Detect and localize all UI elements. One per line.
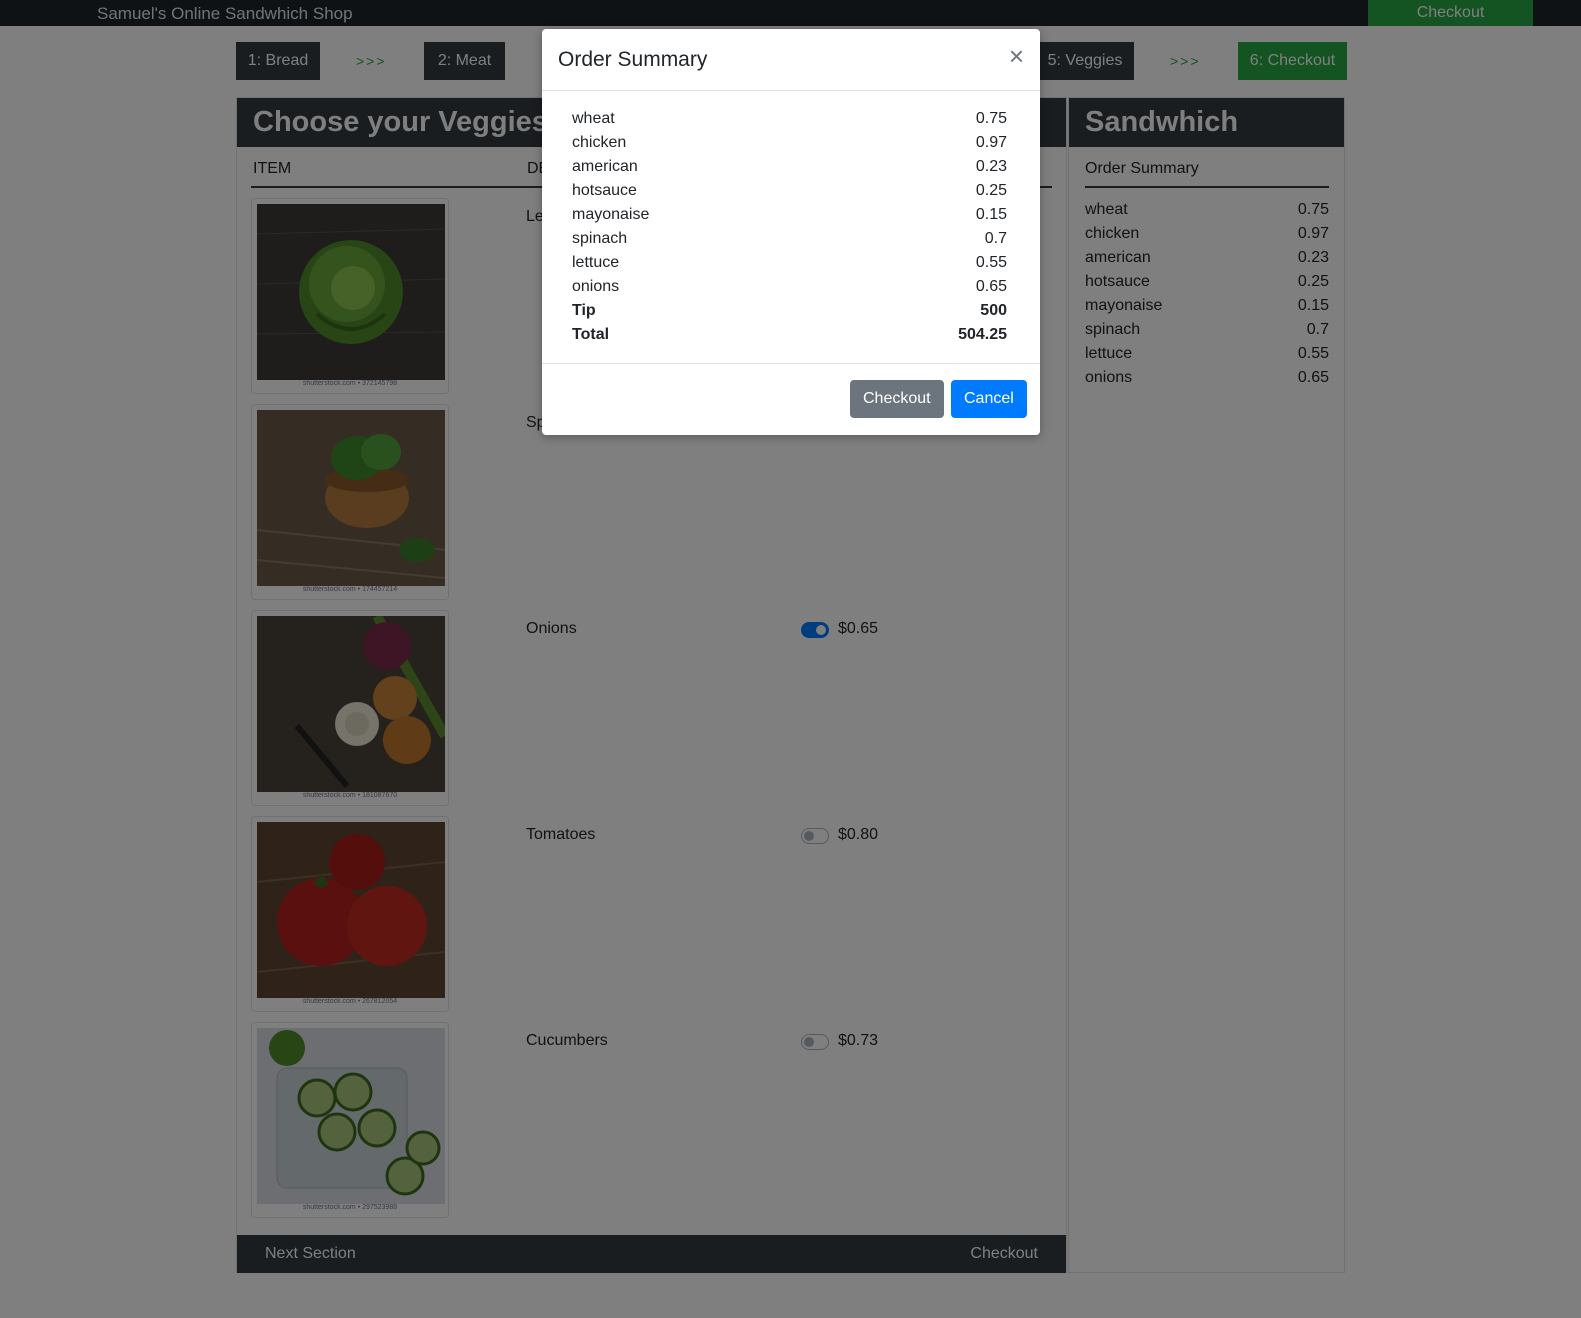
modal-cancel-button[interactable]: Cancel <box>951 380 1027 418</box>
close-icon[interactable]: × <box>1009 43 1024 69</box>
item-name: mayonaise <box>572 206 650 223</box>
item-price: 0.23 <box>975 158 1007 175</box>
total-value: 504.25 <box>958 326 1007 343</box>
item-price: 0.55 <box>975 254 1007 271</box>
item-price: 0.97 <box>975 134 1007 151</box>
tip-value: 500 <box>980 302 1007 319</box>
total-row: Total 504.25 <box>572 323 1007 347</box>
list-item: mayonaise 0.15 <box>572 203 1007 227</box>
item-name: lettuce <box>572 254 620 271</box>
modal-checkout-button[interactable]: Checkout <box>850 380 944 418</box>
item-name: american <box>572 158 638 175</box>
total-label: Total <box>572 326 610 343</box>
item-name: wheat <box>572 110 615 127</box>
list-item: lettuce 0.55 <box>572 251 1007 275</box>
item-name: spinach <box>572 230 628 247</box>
list-item: chicken 0.97 <box>572 131 1007 155</box>
tip-row: Tip 500 <box>572 299 1007 323</box>
order-summary-modal: Order Summary × wheat 0.75 chicken 0.97 am… <box>542 29 1040 435</box>
item-price: 0.75 <box>975 110 1007 127</box>
modal-header: Order Summary × <box>542 29 1040 91</box>
list-item: onions 0.65 <box>572 275 1007 299</box>
item-name: onions <box>572 278 620 295</box>
item-price: 0.25 <box>975 182 1007 199</box>
item-name: chicken <box>572 134 627 151</box>
list-item: wheat 0.75 <box>572 107 1007 131</box>
modal-body: wheat 0.75 chicken 0.97 american 0.23 hotsa… <box>572 107 1007 347</box>
modal-footer: Checkout Cancel <box>542 363 1040 435</box>
list-item: american 0.23 <box>572 155 1007 179</box>
modal-title: Order Summary <box>558 48 708 71</box>
item-price: 0.15 <box>975 206 1007 223</box>
item-price: 0.65 <box>975 278 1007 295</box>
item-price: 0.7 <box>984 230 1007 247</box>
item-name: hotsauce <box>572 182 637 199</box>
list-item: hotsauce 0.25 <box>572 179 1007 203</box>
list-item: spinach 0.7 <box>572 227 1007 251</box>
tip-label: Tip <box>572 302 596 319</box>
